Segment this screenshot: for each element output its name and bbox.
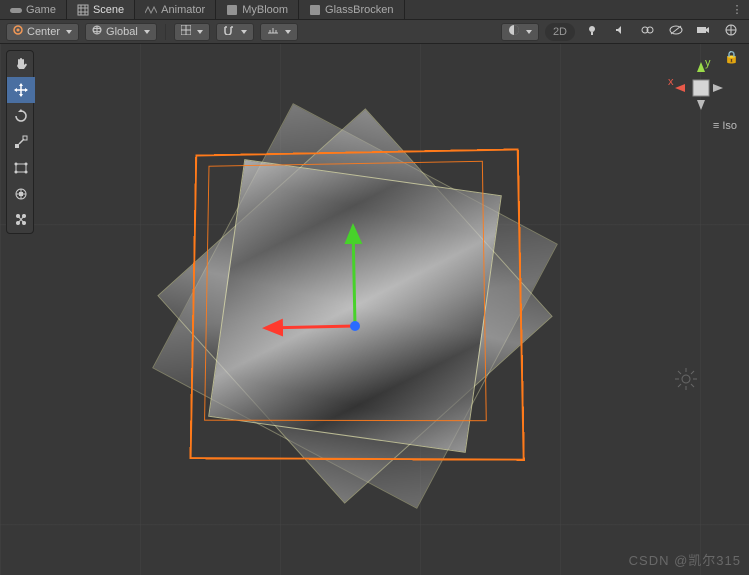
pivot-icon bbox=[13, 25, 23, 38]
audio-icon bbox=[614, 24, 626, 39]
neg-y-cone-icon[interactable] bbox=[697, 100, 705, 110]
csharp-icon bbox=[226, 4, 238, 16]
rotate-tool[interactable] bbox=[7, 103, 35, 129]
scene-toolbar: Center Global 2D bbox=[0, 20, 749, 44]
light-gizmo[interactable] bbox=[673, 366, 699, 395]
neg-x-cone-icon[interactable] bbox=[713, 84, 723, 92]
tab-label: GlassBrocken bbox=[325, 4, 393, 16]
hidden-toggle[interactable] bbox=[665, 23, 687, 41]
tab-glassbrocken[interactable]: GlassBrocken bbox=[299, 0, 404, 19]
draw-mode-dropdown[interactable] bbox=[501, 23, 539, 41]
globe-icon bbox=[92, 25, 102, 38]
orientation-gizmo[interactable]: y x 🔒 Iso bbox=[665, 52, 735, 122]
snap-toggle[interactable] bbox=[216, 23, 254, 41]
scene-viewport[interactable]: y x 🔒 Iso CSDN @凯尔315 bbox=[0, 44, 749, 575]
rect-tool[interactable] bbox=[7, 155, 35, 181]
hand-tool[interactable] bbox=[7, 51, 35, 77]
tab-overflow-menu[interactable]: ⋮ bbox=[725, 0, 749, 19]
tab-game[interactable]: Game bbox=[0, 0, 67, 19]
chevron-down-icon bbox=[144, 30, 150, 34]
tab-label: MyBloom bbox=[242, 4, 288, 16]
selection-outline bbox=[190, 148, 525, 460]
projection-mode[interactable]: Iso bbox=[713, 120, 737, 132]
lock-icon[interactable]: 🔒 bbox=[724, 50, 739, 64]
chevron-down-icon bbox=[526, 30, 532, 34]
chevron-down-icon bbox=[197, 30, 203, 34]
space-label: Global bbox=[106, 26, 138, 38]
hidden-icon bbox=[669, 24, 683, 39]
fx-icon bbox=[641, 24, 655, 39]
watermark: CSDN @凯尔315 bbox=[629, 550, 741, 569]
grid-toggle[interactable] bbox=[174, 23, 210, 41]
y-cone-icon[interactable] bbox=[697, 62, 705, 72]
scene-icon bbox=[77, 4, 89, 16]
light-icon bbox=[586, 24, 598, 39]
chevron-down-icon bbox=[285, 30, 291, 34]
audio-toggle[interactable] bbox=[609, 23, 631, 41]
tab-label: Scene bbox=[93, 4, 124, 16]
tab-label: Animator bbox=[161, 4, 205, 16]
separator bbox=[165, 24, 166, 40]
tab-bar: Game Scene Animator MyBloom GlassBrocken… bbox=[0, 0, 749, 20]
pivot-mode-dropdown[interactable]: Center bbox=[6, 23, 79, 41]
tool-dock bbox=[6, 50, 34, 234]
light-toggle[interactable] bbox=[581, 23, 603, 41]
transform-tool[interactable] bbox=[7, 181, 35, 207]
move-tool[interactable] bbox=[7, 77, 35, 103]
increment-snap[interactable] bbox=[260, 23, 298, 41]
gizmos-dropdown[interactable] bbox=[721, 23, 743, 41]
x-cone-icon[interactable] bbox=[675, 84, 685, 92]
animator-icon bbox=[145, 5, 157, 15]
x-axis-label: x bbox=[668, 76, 674, 88]
increment-icon bbox=[267, 25, 279, 38]
camera-dropdown[interactable] bbox=[693, 23, 715, 41]
chevron-down-icon bbox=[241, 30, 247, 34]
pivot-label: Center bbox=[27, 26, 60, 38]
tab-label: Game bbox=[26, 4, 56, 16]
chevron-down-icon bbox=[66, 30, 72, 34]
2d-toggle[interactable]: 2D bbox=[545, 23, 575, 41]
gamepad-icon bbox=[10, 5, 22, 15]
tab-animator[interactable]: Animator bbox=[135, 0, 216, 19]
csharp-icon bbox=[309, 4, 321, 16]
tab-scene[interactable]: Scene bbox=[67, 0, 135, 19]
grid-icon bbox=[181, 25, 191, 38]
gizmos-icon bbox=[725, 24, 737, 39]
custom-editor-tool[interactable] bbox=[7, 207, 35, 233]
scale-tool[interactable] bbox=[7, 129, 35, 155]
tab-mybloom[interactable]: MyBloom bbox=[216, 0, 299, 19]
camera-icon bbox=[696, 25, 710, 38]
space-mode-dropdown[interactable]: Global bbox=[85, 23, 157, 41]
y-axis-label: y bbox=[705, 57, 711, 69]
fx-toggle[interactable] bbox=[637, 23, 659, 41]
snap-icon bbox=[223, 25, 235, 38]
shade-icon bbox=[508, 24, 520, 39]
